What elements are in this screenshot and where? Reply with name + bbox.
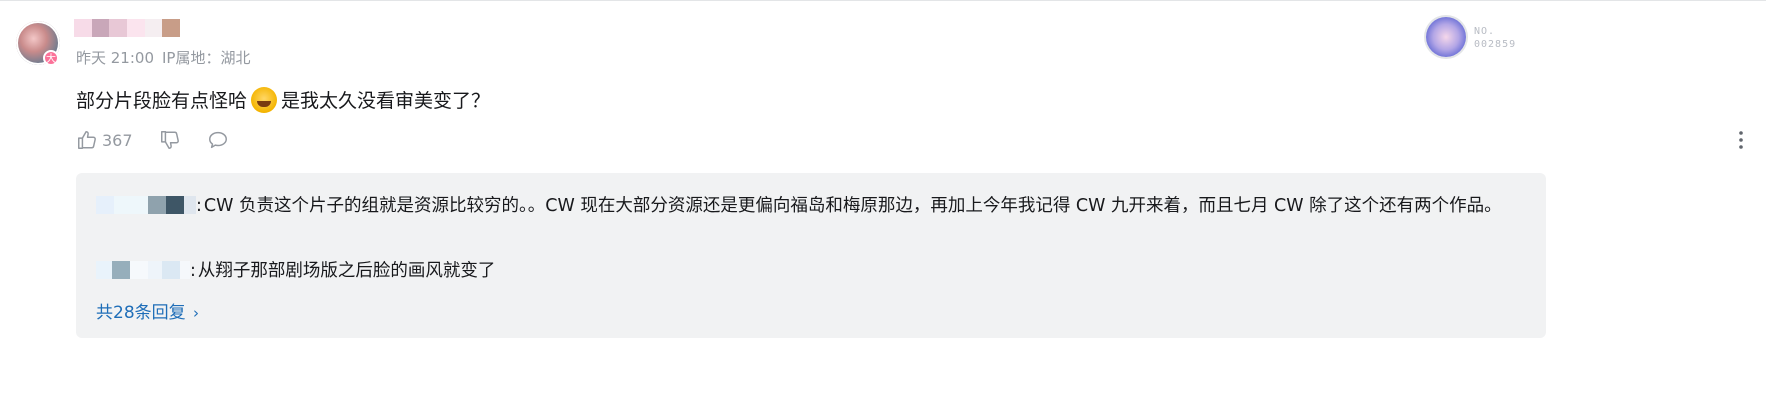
thumbs-down-icon (160, 131, 179, 149)
like-button[interactable]: 367 (76, 129, 133, 151)
medal-number: NO. 002859 (1474, 26, 1517, 50)
laughing-crying-emoji-icon (251, 86, 278, 113)
medal-badge-icon (1426, 17, 1466, 57)
reply-text: CW 负责这个片子的组就是资源比较穷的。。CW 现在大部分资源还是更偏向福岛和梅… (203, 196, 1502, 216)
reply-button[interactable] (207, 129, 229, 151)
like-count: 367 (102, 130, 133, 150)
dislike-button[interactable] (159, 129, 181, 151)
comment-bubble-icon (208, 131, 227, 149)
replies-preview: : CW 负责这个片子的组就是资源比较穷的。。CW 现在大部分资源还是更偏向福岛和… (76, 173, 1546, 338)
comment-text-part1: 部分片段脸有点怪哈 (76, 90, 248, 112)
comment-meta: 昨天 21:00 IP属地：湖北 (76, 47, 250, 68)
more-options-icon[interactable] (1738, 130, 1744, 150)
chevron-right-icon: › (193, 304, 200, 322)
fan-medal[interactable]: NO. 002859 (1426, 17, 1530, 59)
avatar-badge-icon: 大 (43, 50, 59, 66)
comment-content: 部分片段脸有点怪哈 是我太久没看审美变了？ (76, 86, 490, 113)
comment-actions: 367 (76, 128, 255, 152)
view-more-replies-link[interactable]: 共28条回复 › (96, 298, 199, 323)
top-divider (0, 0, 1766, 1)
reply-item: : CW 负责这个片子的组就是资源比较穷的。。CW 现在大部分资源还是更偏向福岛和… (96, 191, 1526, 221)
comment-text-part2: 是我太久没看审美变了？ (281, 90, 491, 112)
reply-item: : 从翔子那部剧场版之后脸的画风就变了 (96, 256, 1526, 286)
reply-username-blurred[interactable] (96, 261, 190, 279)
reply-text: 从翔子那部剧场版之后脸的画风就变了 (197, 261, 496, 281)
thumbs-up-icon (78, 131, 96, 149)
reply-username-blurred[interactable] (96, 196, 196, 214)
ip-location: IP属地：湖北 (162, 49, 251, 67)
username-blurred[interactable] (74, 19, 181, 37)
comment-timestamp: 昨天 21:00 (76, 49, 154, 67)
